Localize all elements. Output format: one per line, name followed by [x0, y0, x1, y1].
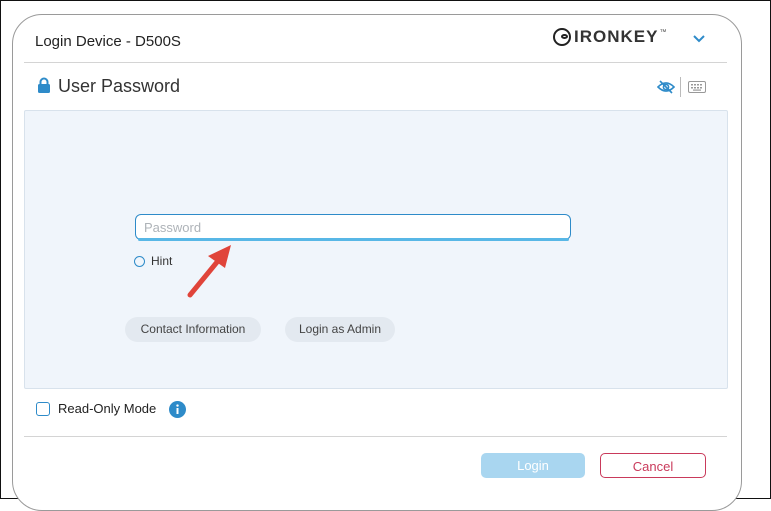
hint-toggle[interactable]: Hint: [134, 254, 172, 268]
chevron-down-icon[interactable]: [690, 31, 708, 47]
hint-label: Hint: [151, 254, 173, 268]
read-only-mode-label: Read-Only Mode: [58, 401, 157, 416]
checkbox-icon: [36, 401, 50, 416]
login-button[interactable]: Login: [481, 453, 585, 478]
brand-trademark: ™: [659, 28, 667, 36]
lock-icon: [38, 77, 50, 93]
header-divider: [24, 62, 727, 63]
login-panel: [24, 110, 728, 389]
eye-off-icon[interactable]: [657, 80, 675, 94]
brand-name: IRONKEY: [574, 27, 659, 46]
icon-divider: [680, 77, 681, 97]
brand-logo: IRONKEY ™: [553, 27, 666, 47]
keyboard-icon[interactable]: [688, 81, 706, 93]
red-arrow-annotation: [187, 245, 231, 298]
hint-radio-icon: [134, 255, 145, 267]
window-title: Login Device - D500S: [35, 33, 181, 50]
section-title: User Password: [58, 76, 181, 96]
read-only-mode-checkbox[interactable]: Read-Only Mode: [36, 401, 156, 416]
cancel-button[interactable]: Cancel: [600, 453, 706, 478]
ironkey-logo-icon: [553, 28, 571, 46]
info-icon[interactable]: [169, 401, 186, 418]
password-input[interactable]: [135, 214, 571, 240]
login-as-admin-button[interactable]: Login as Admin: [285, 317, 395, 342]
footer-divider: [24, 436, 727, 437]
contact-information-button[interactable]: Contact Information: [125, 317, 261, 342]
